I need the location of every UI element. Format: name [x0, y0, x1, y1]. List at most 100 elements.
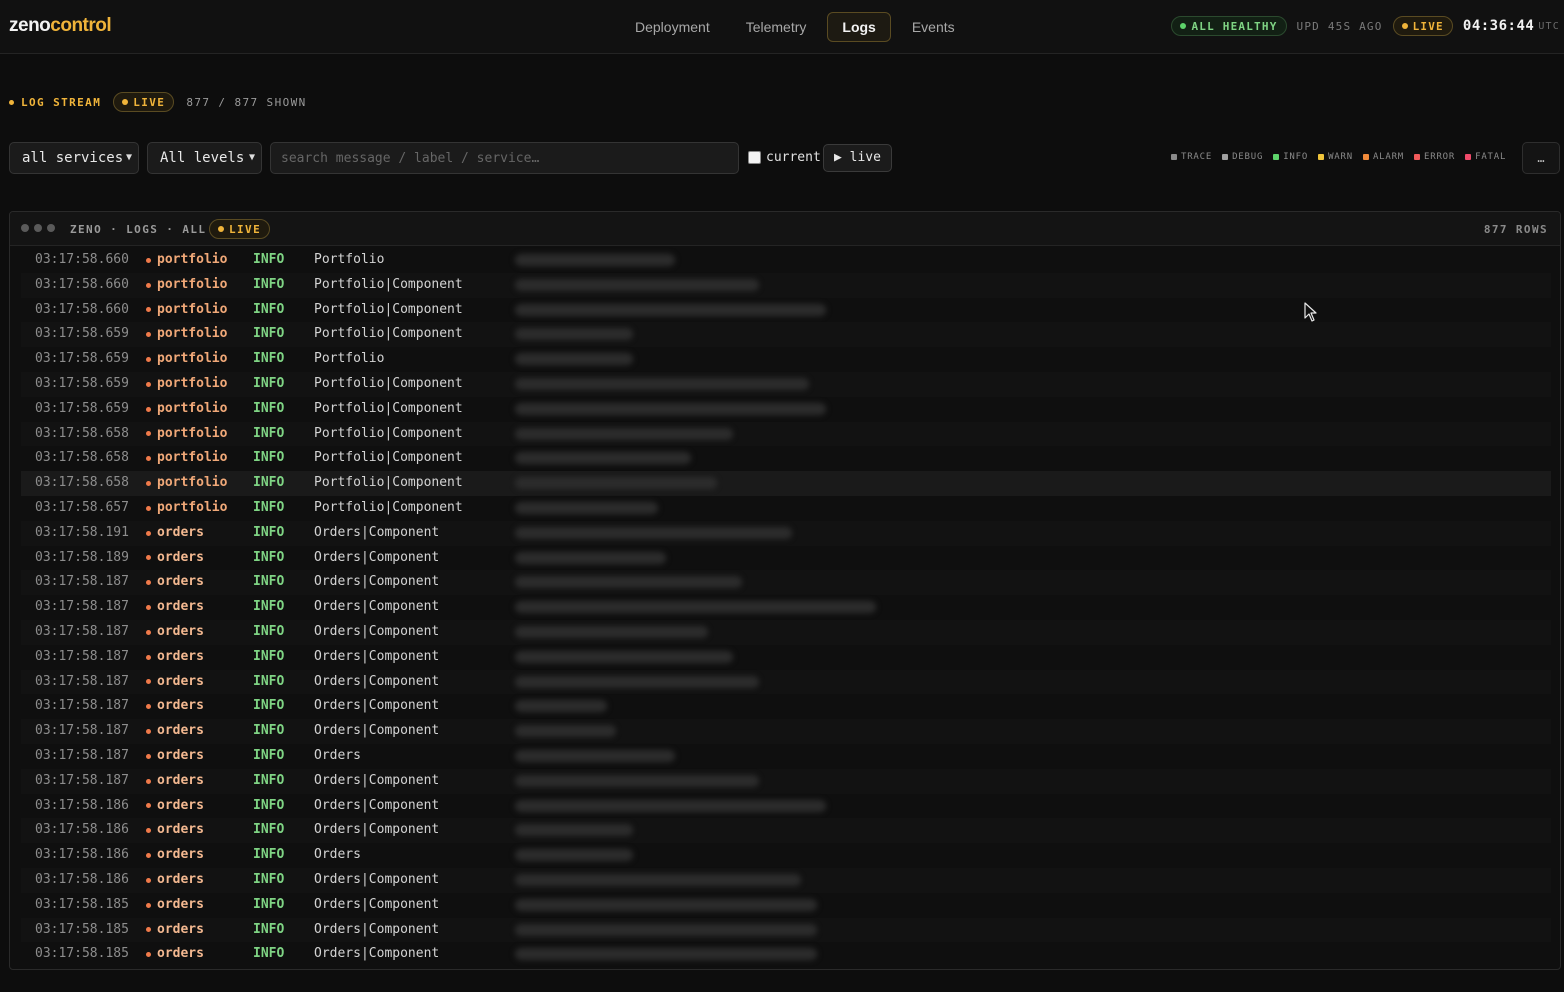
log-service[interactable]: orders [146, 769, 204, 794]
log-service[interactable]: portfolio [146, 372, 227, 397]
log-row[interactable]: 03:17:58.658 portfolio INFO Portfolio|Compo… [21, 446, 1551, 471]
log-service[interactable]: orders [146, 546, 204, 571]
tab-events[interactable]: Events [897, 12, 970, 42]
legend-error[interactable]: ERROR [1414, 152, 1455, 162]
log-service[interactable]: orders [146, 521, 204, 546]
log-row[interactable]: 03:17:58.189 orders INFO Orders|Component [21, 546, 1551, 571]
log-message-redacted [515, 849, 633, 862]
level-select[interactable]: All levels ▼ [147, 142, 262, 174]
warn-swatch-icon [1318, 154, 1325, 160]
log-stream-header: LOG STREAM LIVE 877 / 877 SHOWN [9, 92, 307, 112]
log-row[interactable]: 03:17:58.659 portfolio INFO Portfolio|Compo… [21, 371, 1551, 397]
log-service-name: portfolio [157, 301, 228, 317]
log-service[interactable]: orders [146, 719, 204, 744]
legend-fatal[interactable]: FATAL [1465, 152, 1506, 162]
log-row[interactable]: 03:17:58.187 orders INFO Orders|Component [21, 595, 1551, 620]
log-row[interactable]: 03:17:58.187 orders INFO Orders|Component [21, 768, 1551, 794]
log-label: Orders|Component [314, 921, 440, 937]
service-select-value: all services [22, 150, 124, 166]
tab-telemetry[interactable]: Telemetry [731, 12, 822, 42]
log-row[interactable]: 03:17:58.187 orders INFO Orders|Component [21, 570, 1551, 596]
legend-debug[interactable]: DEBUG [1222, 152, 1263, 162]
log-service[interactable]: portfolio [146, 471, 227, 496]
log-service[interactable]: portfolio [146, 397, 227, 422]
log-row[interactable]: 03:17:58.186 orders INFO Orders [21, 843, 1551, 868]
current-checkbox-label[interactable]: current [766, 150, 821, 165]
log-service[interactable]: portfolio [146, 347, 227, 372]
log-row[interactable]: 03:17:58.660 portfolio INFO Portfolio|Compo… [21, 272, 1551, 298]
log-service[interactable]: orders [146, 843, 204, 868]
log-row[interactable]: 03:17:58.659 portfolio INFO Portfolio [21, 347, 1551, 372]
service-select[interactable]: all services ▼ [9, 142, 139, 174]
log-row[interactable]: 03:17:58.658 portfolio INFO Portfolio|Compo… [21, 471, 1551, 496]
log-rows[interactable]: 03:17:58.660 portfolio INFO Portfolio 03:17:… [21, 248, 1551, 967]
log-service[interactable]: portfolio [146, 496, 227, 521]
log-label: Orders|Component [314, 896, 440, 912]
log-service-name: portfolio [157, 375, 228, 391]
log-service[interactable]: orders [146, 893, 204, 918]
log-service-name: portfolio [157, 450, 228, 466]
log-row[interactable]: 03:17:58.657 portfolio INFO Portfolio|Compo… [21, 496, 1551, 521]
log-row[interactable]: 03:17:58.659 portfolio INFO Portfolio|Compo… [21, 397, 1551, 422]
log-row[interactable]: 03:17:58.186 orders INFO Orders|Component [21, 794, 1551, 819]
log-level: INFO [253, 871, 285, 887]
log-message-redacted [515, 501, 658, 514]
log-row[interactable]: 03:17:58.187 orders INFO Orders [21, 744, 1551, 769]
search-input[interactable] [270, 142, 739, 174]
log-service[interactable]: orders [146, 595, 204, 620]
log-service[interactable]: orders [146, 918, 204, 943]
log-row[interactable]: 03:17:58.658 portfolio INFO Portfolio|Compo… [21, 421, 1551, 447]
log-service-name: orders [157, 574, 204, 590]
log-level: INFO [253, 946, 285, 962]
service-dot-icon [146, 729, 151, 735]
log-timestamp: 03:17:58.660 [35, 276, 129, 292]
error-swatch-icon [1414, 154, 1421, 160]
log-row[interactable]: 03:17:58.185 orders INFO Orders|Component [21, 942, 1551, 967]
legend-alarm[interactable]: ALARM [1362, 152, 1404, 162]
current-checkbox[interactable] [748, 151, 761, 164]
log-service[interactable]: orders [146, 645, 204, 670]
log-service[interactable]: orders [146, 570, 204, 595]
log-row[interactable]: 03:17:58.187 orders INFO Orders|Component [21, 719, 1551, 744]
log-service[interactable]: portfolio [146, 298, 227, 323]
log-service[interactable]: portfolio [146, 446, 227, 471]
log-row[interactable]: 03:17:58.186 orders INFO Orders|Component [21, 867, 1551, 893]
log-service[interactable]: orders [146, 942, 204, 967]
log-row[interactable]: 03:17:58.187 orders INFO Orders|Component [21, 694, 1551, 719]
log-service[interactable]: orders [146, 794, 204, 819]
live-text: LIVE [1412, 19, 1444, 33]
log-service[interactable]: portfolio [146, 273, 227, 298]
log-message-redacted [515, 377, 809, 390]
log-row[interactable]: 03:17:58.660 portfolio INFO Portfolio|Compo… [21, 298, 1551, 323]
log-service[interactable]: orders [146, 868, 204, 893]
log-service[interactable]: orders [146, 744, 204, 769]
log-timestamp: 03:17:58.186 [35, 797, 129, 813]
log-service[interactable]: orders [146, 694, 204, 719]
log-service-name: orders [157, 747, 204, 763]
log-row[interactable]: 03:17:58.185 orders INFO Orders|Component [21, 917, 1551, 943]
log-row[interactable]: 03:17:58.659 portfolio INFO Portfolio|Compo… [21, 322, 1551, 348]
legend-info[interactable]: INFO [1273, 152, 1308, 162]
log-row[interactable]: 03:17:58.187 orders INFO Orders|Component [21, 645, 1551, 670]
log-row[interactable]: 03:17:58.187 orders INFO Orders|Component [21, 619, 1551, 645]
log-service[interactable]: portfolio [146, 422, 227, 447]
log-service[interactable]: portfolio [146, 248, 227, 273]
tab-deployment[interactable]: Deployment [620, 12, 725, 42]
log-service[interactable]: orders [146, 818, 204, 843]
more-button[interactable]: … [1522, 142, 1560, 174]
log-row[interactable]: 03:17:58.186 orders INFO Orders|Component [21, 818, 1551, 844]
log-service[interactable]: orders [146, 620, 204, 645]
log-row[interactable]: 03:17:58.191 orders INFO Orders|Component [21, 520, 1551, 546]
log-service[interactable]: orders [146, 670, 204, 695]
log-row[interactable]: 03:17:58.185 orders INFO Orders|Component [21, 893, 1551, 918]
log-service[interactable]: portfolio [146, 322, 227, 347]
legend-trace[interactable]: TRACE [1171, 152, 1212, 162]
log-row[interactable]: 03:17:58.660 portfolio INFO Portfolio [21, 248, 1551, 273]
service-dot-icon [146, 530, 151, 536]
app-logo[interactable]: zenocontrol [9, 15, 112, 37]
shown-count: 877 / 877 SHOWN [186, 95, 307, 109]
live-button[interactable]: ▶ live [823, 144, 892, 172]
log-row[interactable]: 03:17:58.187 orders INFO Orders|Component [21, 669, 1551, 695]
legend-warn[interactable]: WARN [1318, 152, 1353, 162]
tab-logs[interactable]: Logs [827, 12, 891, 42]
